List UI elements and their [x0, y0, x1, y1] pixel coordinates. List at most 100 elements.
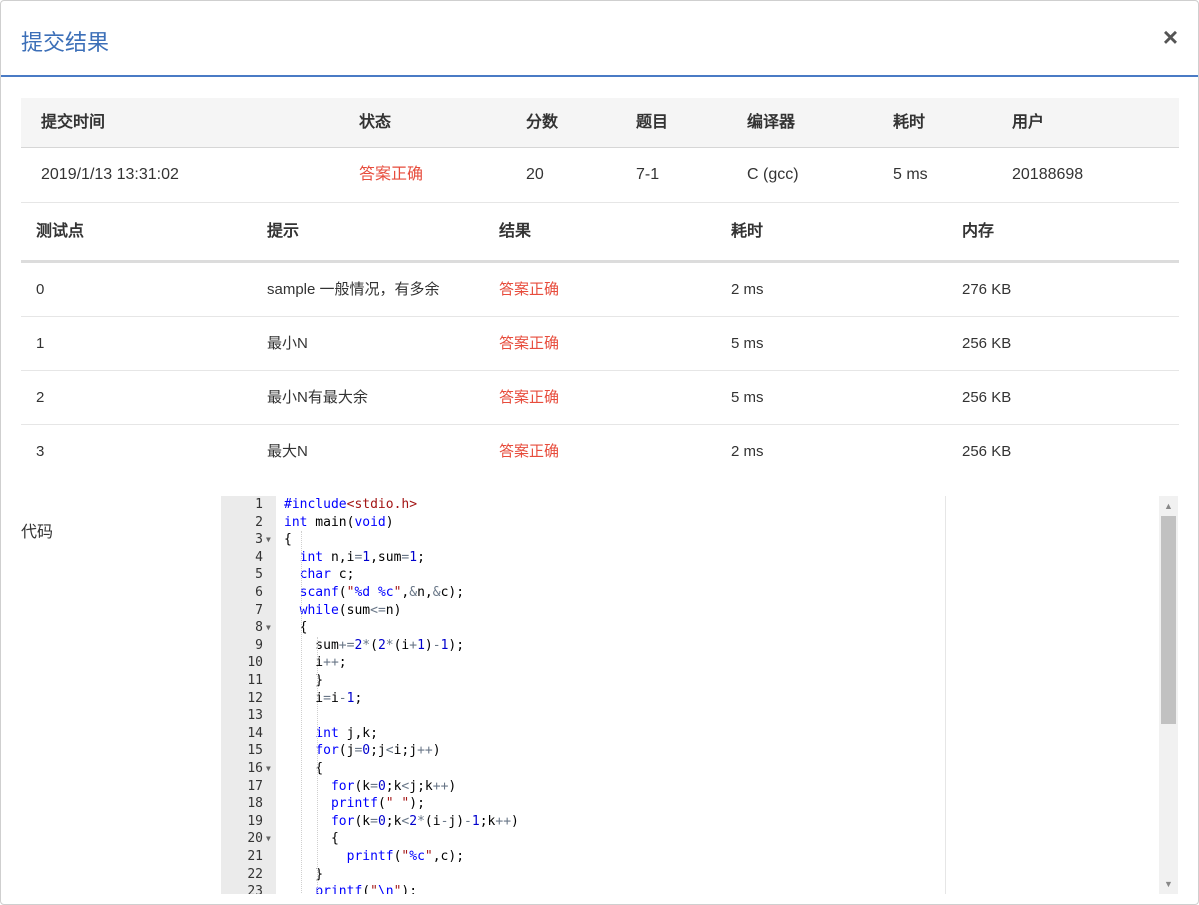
case-id: 3 — [36, 443, 45, 460]
status-badge: 答案正确 — [359, 166, 424, 183]
code-text: int n,i=1,sum=1; — [299, 549, 425, 565]
header-result: 结果 — [499, 223, 532, 240]
code-text: { — [284, 532, 292, 548]
scroll-down-arrow-icon[interactable]: ▼ — [1159, 874, 1178, 894]
code-line: 23 printf("\n"); — [221, 883, 945, 894]
time-value: 5 ms — [893, 166, 928, 183]
code-line: 7 while(sum<=n) — [221, 602, 945, 620]
case-time: 2 ms — [731, 281, 764, 298]
code-line: 12 i=i-1; — [221, 690, 945, 708]
fold-arrow-icon[interactable]: ▼ — [266, 531, 271, 549]
code-line: 4 int n,i=1,sum=1; — [221, 549, 945, 567]
line-number: 18 — [247, 796, 263, 812]
line-number: 16 — [247, 761, 263, 776]
line-number: 2 — [255, 514, 263, 530]
code-text: scanf("%d %c",&n,&c); — [299, 585, 465, 600]
code-text: { — [284, 620, 308, 636]
code-text: int j,k; — [315, 725, 378, 741]
code-line: 5 char c; — [221, 566, 945, 584]
line-number: 9 — [255, 637, 263, 653]
header-hint: 提示 — [267, 223, 300, 240]
line-number: 7 — [255, 602, 263, 618]
code-editor[interactable]: 1 #include<stdio.h> 2 int main(void) 3 ▼{4 in… — [221, 496, 946, 894]
line-number: 6 — [255, 585, 263, 600]
line-number: 3 — [255, 532, 263, 548]
indent-guide — [317, 636, 318, 894]
code-text: sum+=2*(2*(i+1)-1); — [284, 637, 465, 653]
code-text: for(k=0;k<2*(i-j)-1;k++) — [330, 813, 519, 829]
table-row: 2 最小N有最大余 答案正确 5 ms 256 KB — [21, 371, 1179, 425]
line-number: 11 — [247, 673, 263, 688]
code-text: for(k=0;k<j;k++) — [330, 778, 457, 794]
header-user: 用户 — [1012, 114, 1045, 131]
line-number: 23 — [247, 884, 263, 894]
header-submit-time: 提交时间 — [41, 114, 106, 131]
line-number: 21 — [247, 849, 263, 864]
code-text: printf("\n"); — [315, 884, 418, 894]
code-text: { — [284, 831, 339, 847]
code-line: 17 for(k=0;k<j;k++) — [221, 778, 945, 796]
case-memory: 256 KB — [962, 389, 1012, 406]
line-number: 12 — [247, 690, 263, 706]
test-cases-table: 测试点 提示 结果 耗时 内存 0 sample 一般情况，有多余 答案正确 2… — [21, 203, 1179, 478]
fold-arrow-icon[interactable]: ▼ — [266, 760, 271, 778]
case-result: 答案正确 — [499, 389, 560, 406]
submission-result-dialog: 提交结果 × 提交时间 状态 分数 题目 编译器 耗时 用户 2019/1/13… — [0, 0, 1199, 905]
code-line: 10 i++; — [221, 654, 945, 672]
line-number: 13 — [247, 708, 263, 724]
case-hint: sample 一般情况，有多余 — [267, 281, 440, 298]
case-time: 5 ms — [731, 335, 764, 352]
case-memory: 256 KB — [962, 443, 1012, 460]
line-number: 5 — [255, 567, 263, 583]
close-button[interactable]: × — [1163, 23, 1178, 51]
table-row: 0 sample 一般情况，有多余 答案正确 2 ms 276 KB — [21, 263, 1179, 317]
score-value: 20 — [526, 166, 544, 183]
line-number: 19 — [247, 813, 263, 829]
code-line: 14 int j,k; — [221, 725, 945, 743]
case-id: 0 — [36, 281, 45, 298]
line-number: 8 — [255, 620, 263, 636]
code-line: 15 for(j=0;j<i;j++) — [221, 742, 945, 760]
editor-scrollbar[interactable]: ▲ ▼ — [1159, 496, 1178, 894]
fold-arrow-icon[interactable]: ▼ — [266, 830, 271, 848]
code-line: 13 — [221, 707, 945, 725]
submit-time: 2019/1/13 13:31:02 — [41, 166, 179, 183]
code-text: printf(" "); — [330, 796, 425, 812]
code-text: #include<stdio.h> — [284, 497, 418, 512]
line-number: 20 — [247, 831, 263, 847]
scroll-thumb[interactable] — [1161, 516, 1176, 724]
code-line: 20 ▼ { — [221, 830, 945, 848]
summary-row: 2019/1/13 13:31:02 答案正确 20 7-1 C (gcc) 5… — [21, 148, 1179, 203]
header-compiler: 编译器 — [747, 114, 796, 131]
line-number: 1 — [255, 497, 263, 512]
code-line: 11 } — [221, 672, 945, 690]
table-row: 1 最小N 答案正确 5 ms 256 KB — [21, 317, 1179, 371]
dialog-title: 提交结果 — [21, 31, 110, 56]
case-hint: 最小N有最大余 — [267, 389, 368, 406]
case-hint: 最大N — [267, 443, 308, 460]
line-number: 14 — [247, 725, 263, 741]
code-line: 2 int main(void) — [221, 514, 945, 532]
case-id: 2 — [36, 389, 45, 406]
code-text: char c; — [299, 567, 355, 583]
header-case-time: 耗时 — [731, 223, 764, 240]
line-number: 15 — [247, 743, 263, 759]
dialog-header: 提交结果 × — [1, 1, 1198, 77]
fold-arrow-icon[interactable]: ▼ — [266, 619, 271, 637]
case-memory: 276 KB — [962, 281, 1012, 298]
case-result: 答案正确 — [499, 443, 560, 460]
code-line: 3 ▼ { — [221, 531, 945, 549]
line-number: 17 — [247, 778, 263, 794]
problem-link[interactable]: 7-1 — [636, 148, 659, 202]
code-line: 9 sum+=2*(2*(i+1)-1); — [221, 637, 945, 655]
code-line: 18 printf(" "); — [221, 795, 945, 813]
scroll-up-arrow-icon[interactable]: ▲ — [1159, 496, 1178, 516]
header-status: 状态 — [359, 114, 392, 131]
line-number: 10 — [247, 655, 263, 671]
case-result: 答案正确 — [499, 281, 560, 298]
code-text: i=i-1; — [284, 690, 363, 706]
header-time: 耗时 — [893, 114, 926, 131]
code-line: 1 #include<stdio.h> — [221, 496, 945, 514]
user-value: 20188698 — [1012, 166, 1084, 183]
code-line: 8 ▼ { — [221, 619, 945, 637]
